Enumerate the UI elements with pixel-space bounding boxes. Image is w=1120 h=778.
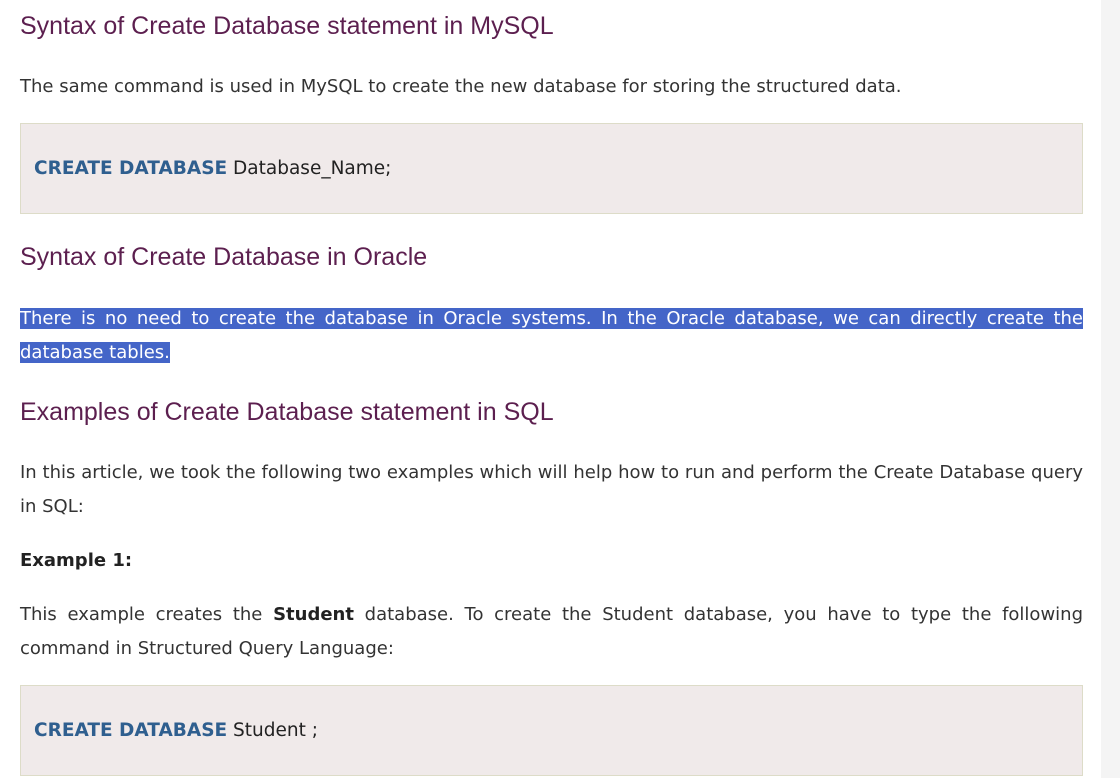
- examples-heading: Examples of Create Database statement in…: [20, 398, 554, 426]
- mysql-syntax-heading: Syntax of Create Database statement in M…: [20, 12, 554, 40]
- example-1-label: Example 1:: [20, 544, 1083, 578]
- example-1-code-line: CREATE DATABASE Student ;: [34, 719, 318, 743]
- selected-text[interactable]: There is no need to create the database …: [20, 308, 1083, 363]
- oracle-description: There is no need to create the database …: [20, 302, 1083, 370]
- example-1-label-text: Example 1:: [20, 550, 133, 571]
- mysql-description: The same command is used in MySQL to cre…: [20, 76, 902, 97]
- scrollbar-track[interactable]: [1101, 0, 1120, 778]
- oracle-syntax-heading: Syntax of Create Database in Oracle: [20, 243, 428, 271]
- mysql-code-block[interactable]: CREATE DATABASE Database_Name;: [20, 123, 1083, 214]
- code-keyword: CREATE DATABASE: [34, 158, 228, 179]
- example-1-description: This example creates the Student databas…: [20, 598, 1083, 666]
- examples-intro: In this article, we took the following t…: [20, 462, 1083, 517]
- code-text: Student ;: [227, 720, 318, 741]
- example-1-text-before: This example creates the: [20, 604, 274, 625]
- example-1-code-block[interactable]: CREATE DATABASE Student ;: [20, 685, 1083, 776]
- code-text: Database_Name;: [227, 158, 392, 179]
- example-1-text-bold: Student: [273, 604, 354, 625]
- mysql-code-line: CREATE DATABASE Database_Name;: [34, 157, 391, 181]
- code-keyword: CREATE DATABASE: [34, 720, 228, 741]
